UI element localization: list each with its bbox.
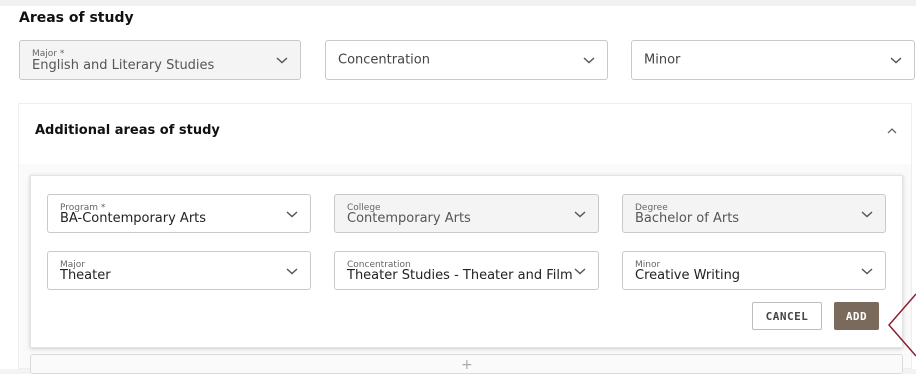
cancel-button[interactable]: CANCEL <box>752 302 822 330</box>
college-value: Contemporary Arts <box>347 211 471 226</box>
additional-minor-value: Creative Writing <box>635 268 741 283</box>
program-select[interactable]: Program * BA-Contemporary Arts <box>47 194 311 233</box>
panel-header[interactable]: Additional areas of study <box>19 104 911 164</box>
degree-select[interactable]: Degree Bachelor of Arts <box>622 194 886 233</box>
additional-major-select[interactable]: Major Theater <box>47 251 311 290</box>
chevron-down-icon <box>861 210 873 217</box>
chevron-down-icon <box>890 57 902 64</box>
program-value: BA-Contemporary Arts <box>60 211 207 226</box>
additional-minor-select[interactable]: Minor Creative Writing <box>622 251 886 290</box>
degree-value: Bachelor of Arts <box>635 211 740 226</box>
chevron-down-icon <box>574 267 586 274</box>
college-select[interactable]: College Contemporary Arts <box>334 194 599 233</box>
section-title: Areas of study <box>19 10 134 26</box>
plus-icon: + <box>461 357 473 373</box>
panel-title: Additional areas of study <box>35 123 220 138</box>
add-another-area-button[interactable]: + <box>30 354 903 374</box>
major-value: English and Literary Studies <box>32 58 215 73</box>
additional-major-value: Theater <box>60 268 111 283</box>
chevron-down-icon <box>583 57 595 64</box>
additional-concentration-value: Theater Studies - Theater and Film <box>347 268 573 283</box>
add-button[interactable]: ADD <box>834 302 879 330</box>
additional-concentration-select[interactable]: Concentration Theater Studies - Theater … <box>334 251 599 290</box>
chevron-down-icon <box>276 57 288 64</box>
minor-placeholder: Minor <box>644 52 681 68</box>
chevron-down-icon <box>286 210 298 217</box>
chevron-down-icon <box>286 267 298 274</box>
concentration-select[interactable]: Concentration <box>325 40 608 80</box>
chevron-down-icon <box>574 210 586 217</box>
chevron-up-icon[interactable] <box>885 126 899 136</box>
page: Areas of study Major * English and Liter… <box>0 0 916 374</box>
chevron-down-icon <box>861 267 873 274</box>
top-strip <box>0 0 916 6</box>
major-select[interactable]: Major * English and Literary Studies <box>19 40 301 80</box>
concentration-placeholder: Concentration <box>338 52 430 68</box>
minor-select[interactable]: Minor <box>631 40 915 80</box>
pointer-arrow-icon <box>888 293 916 357</box>
